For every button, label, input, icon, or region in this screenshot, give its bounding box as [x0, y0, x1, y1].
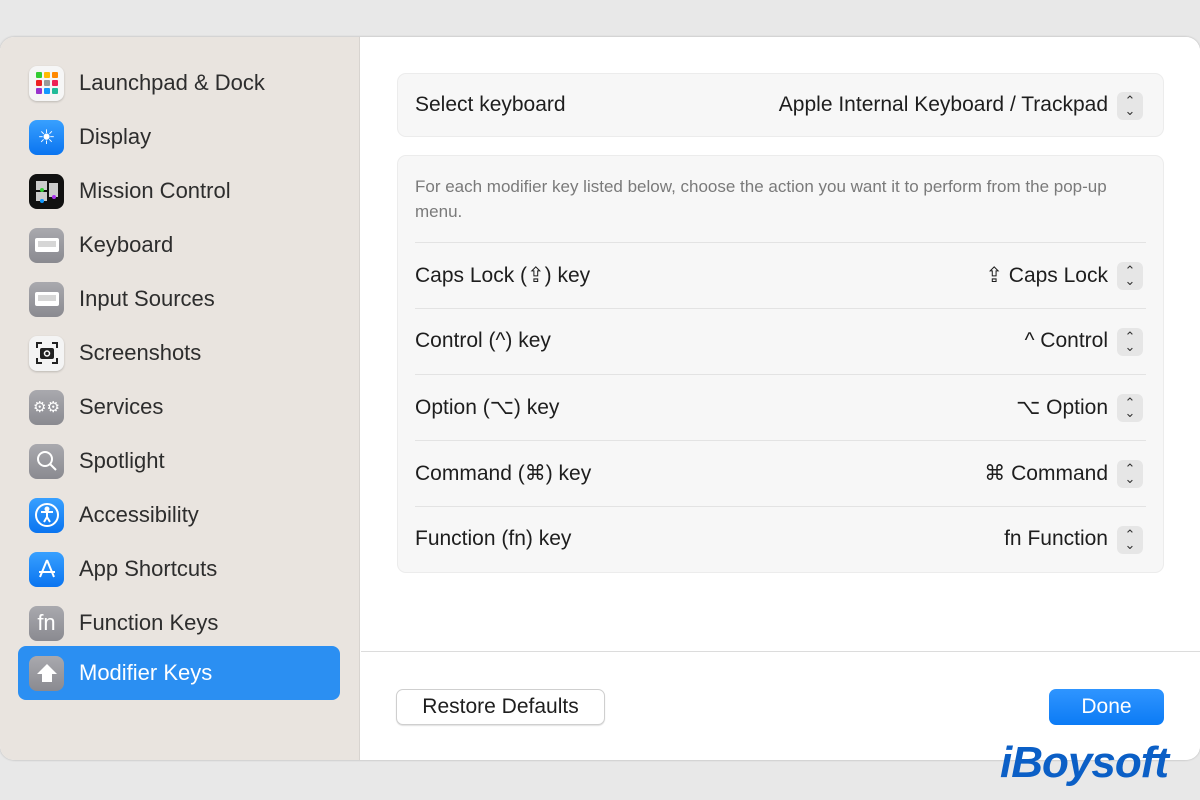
shift-arrow-icon: [29, 655, 64, 691]
accessibility-icon: [29, 497, 64, 533]
modifier-row-command: Command (⌘) key ⌘ Command ⌃ ⌄: [415, 440, 1146, 506]
sidebar-item-label: Input Sources: [79, 286, 215, 311]
sidebar-item-label: Display: [79, 124, 152, 149]
main-pane: Select keyboard Apple Internal Keyboard …: [361, 37, 1200, 760]
sidebar-item-function-keys[interactable]: fn Modifier Keys Function Keys: [18, 596, 340, 650]
sidebar-item-keyboard[interactable]: Keyboard: [18, 218, 340, 272]
modifier-label: Caps Lock (⇪) key: [415, 264, 591, 287]
sidebar-item-display[interactable]: ☀ Display: [18, 110, 340, 164]
sidebar-item-screenshots[interactable]: Screenshots: [18, 326, 340, 380]
chevron-updown-icon[interactable]: ⌃ ⌄: [1117, 262, 1143, 290]
chevron-updown-icon[interactable]: ⌃ ⌄: [1117, 526, 1143, 554]
footer-divider: [361, 651, 1200, 652]
sidebar-item-label: Services: [79, 394, 164, 419]
modifier-popup[interactable]: ⇪ Caps Lock: [985, 263, 1108, 288]
sidebar-item-label: Launchpad & Dock: [79, 70, 265, 95]
iboysoft-watermark: iBoysoft: [1000, 738, 1169, 787]
select-keyboard-label: Select keyboard: [415, 93, 566, 116]
sidebar-item-label: Accessibility: [79, 502, 199, 527]
sidebar-item-label: Modifier Keys: [79, 660, 213, 685]
sidebar-item-label: Mission Control: [79, 178, 231, 203]
sidebar-item-mission-control[interactable]: Mission Control: [18, 164, 340, 218]
chevron-updown-icon[interactable]: ⌃ ⌄: [1117, 394, 1143, 422]
sidebar-item-modifier-keys[interactable]: Modifier Keys: [18, 646, 340, 700]
restore-defaults-button[interactable]: Restore Defaults: [396, 689, 605, 725]
modifier-popup[interactable]: fn Function: [1004, 527, 1108, 551]
sidebar-item-spotlight[interactable]: Spotlight: [18, 434, 340, 488]
camera-icon: [29, 335, 64, 371]
sidebar-item-label: Function Keys: [79, 610, 219, 635]
modifier-label: Function (fn) key: [415, 527, 572, 550]
modifier-label: Control (^) key: [415, 329, 551, 352]
keyboard-icon: [29, 281, 64, 317]
modifier-popup[interactable]: ^ Control: [1025, 329, 1108, 353]
app-store-icon: [29, 551, 64, 587]
sidebar-item-services[interactable]: ⚙⚙ Services: [18, 380, 340, 434]
sidebar-item-launchpad-dock[interactable]: Launchpad & Dock: [18, 56, 340, 110]
modifier-row-control: Control (^) key ^ Control ⌃ ⌄: [415, 308, 1146, 374]
chevron-updown-icon[interactable]: ⌃ ⌄: [1117, 460, 1143, 488]
sidebar-item-label: Spotlight: [79, 448, 165, 473]
chevron-updown-icon[interactable]: ⌃ ⌄: [1117, 328, 1143, 356]
sidebar-item-input-sources[interactable]: Input Sources: [18, 272, 340, 326]
keyboard-icon: [29, 227, 64, 263]
modifier-keys-card: For each modifier key listed below, choo…: [397, 155, 1164, 573]
fn-icon: fn: [29, 605, 64, 641]
modifier-label: Option (⌥) key: [415, 396, 560, 419]
launchpad-icon: [29, 65, 64, 101]
modifier-row-caps-lock: Caps Lock (⇪) key ⇪ Caps Lock ⌃ ⌄: [415, 242, 1146, 308]
modifier-label: Command (⌘) key: [415, 462, 592, 485]
description-text: For each modifier key listed below, choo…: [415, 177, 1107, 221]
sun-icon: ☀: [29, 119, 64, 155]
modifier-popup[interactable]: ⌘ Command: [984, 461, 1108, 486]
modifier-row-function: Function (fn) key fn Function ⌃ ⌄: [415, 506, 1146, 572]
modifier-keys-dialog: Launchpad & Dock ☀ Display Mission Contr…: [0, 37, 1200, 760]
keyboard-popup[interactable]: Apple Internal Keyboard / Trackpad: [779, 93, 1108, 117]
sidebar-item-accessibility[interactable]: Accessibility: [18, 488, 340, 542]
sidebar-item-label: App Shortcuts: [79, 556, 218, 581]
sidebar-item-label: Screenshots: [79, 340, 202, 365]
done-button[interactable]: Done: [1049, 689, 1164, 725]
modifier-popup[interactable]: ⌥ Option: [1016, 395, 1108, 420]
select-keyboard-card: Select keyboard Apple Internal Keyboard …: [397, 73, 1164, 137]
sidebar-item-app-shortcuts[interactable]: App Shortcuts: [18, 542, 340, 596]
magnifier-icon: [29, 443, 64, 479]
sidebar-item-label: Keyboard: [79, 232, 174, 257]
gears-icon: ⚙⚙: [29, 389, 64, 425]
modifier-row-option: Option (⌥) key ⌥ Option ⌃ ⌄: [415, 374, 1146, 440]
mission-control-icon: [29, 173, 64, 209]
chevron-updown-icon[interactable]: ⌃ ⌄: [1117, 92, 1143, 120]
sidebar: Launchpad & Dock ☀ Display Mission Contr…: [0, 37, 360, 760]
